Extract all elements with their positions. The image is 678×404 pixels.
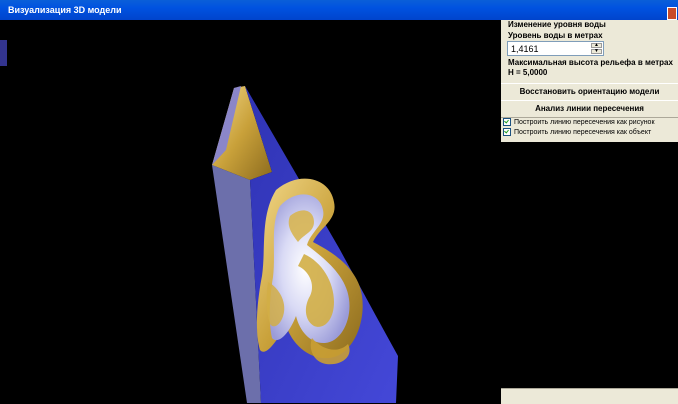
window-title-bar[interactable]: Визуализация 3D модели	[0, 0, 678, 20]
background-window-strip	[0, 40, 7, 66]
panel-footer	[501, 388, 678, 404]
left-edge	[0, 20, 8, 403]
checkbox-draw-as-object[interactable]: Построить линию пересечения как объект	[503, 128, 651, 136]
checkbox-checked-icon[interactable]	[503, 128, 511, 136]
water-level-label: Уровень воды в метрах	[508, 31, 603, 40]
3d-model-render	[212, 86, 398, 403]
intersection-analysis-button[interactable]: Анализ линии пересечения	[501, 100, 678, 118]
restore-orientation-button[interactable]: Восстановить ориентацию модели	[501, 83, 678, 101]
control-panel: Изменение уровня воды Уровень воды в мет…	[501, 20, 678, 404]
spinner-down-button[interactable]: ▼	[591, 49, 602, 54]
checkbox-draw-as-object-label: Построить линию пересечения как объект	[514, 128, 652, 136]
water-level-spinner[interactable]: 1,4161 ▲ ▼	[507, 41, 604, 56]
close-button[interactable]	[667, 7, 677, 20]
max-height-value: H = 5,0000	[508, 68, 548, 77]
max-height-label: Максимальная высота рельефа в метрах	[508, 58, 673, 67]
checkbox-checked-icon[interactable]	[503, 118, 511, 126]
checkbox-draw-as-picture[interactable]: Построить линию пересечения как рисунок	[503, 118, 655, 126]
water-level-input[interactable]: 1,4161	[511, 44, 539, 54]
water-section-title: Изменение уровня воды	[508, 20, 606, 29]
3d-viewport[interactable]	[8, 20, 501, 403]
panel-empty-area	[501, 142, 678, 388]
window-title: Визуализация 3D модели	[8, 5, 122, 15]
checkbox-draw-as-picture-label: Построить линию пересечения как рисунок	[514, 118, 655, 126]
